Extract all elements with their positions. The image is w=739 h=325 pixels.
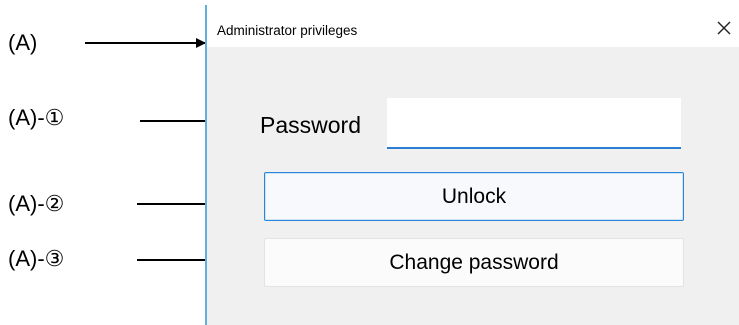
unlock-button[interactable]: Unlock <box>264 172 684 221</box>
dialog-titlebar: Administrator privileges <box>207 5 739 47</box>
change-password-button[interactable]: Change password <box>264 238 684 287</box>
close-icon[interactable] <box>713 17 735 39</box>
figure-canvas: (A) (A)-① (A)-② (A)-③ Administrator priv… <box>0 0 739 325</box>
password-input[interactable] <box>387 98 681 149</box>
admin-privileges-dialog: Administrator privileges Password Unlock… <box>205 5 739 325</box>
annotation-label-a1: (A)-① <box>8 105 65 130</box>
annotation-label-a: (A) <box>8 30 38 55</box>
annotation-label-a2: (A)-② <box>8 191 65 216</box>
annotation-label-a3: (A)-③ <box>8 246 65 271</box>
dialog-title: Administrator privileges <box>217 23 358 38</box>
password-label: Password <box>260 112 361 138</box>
